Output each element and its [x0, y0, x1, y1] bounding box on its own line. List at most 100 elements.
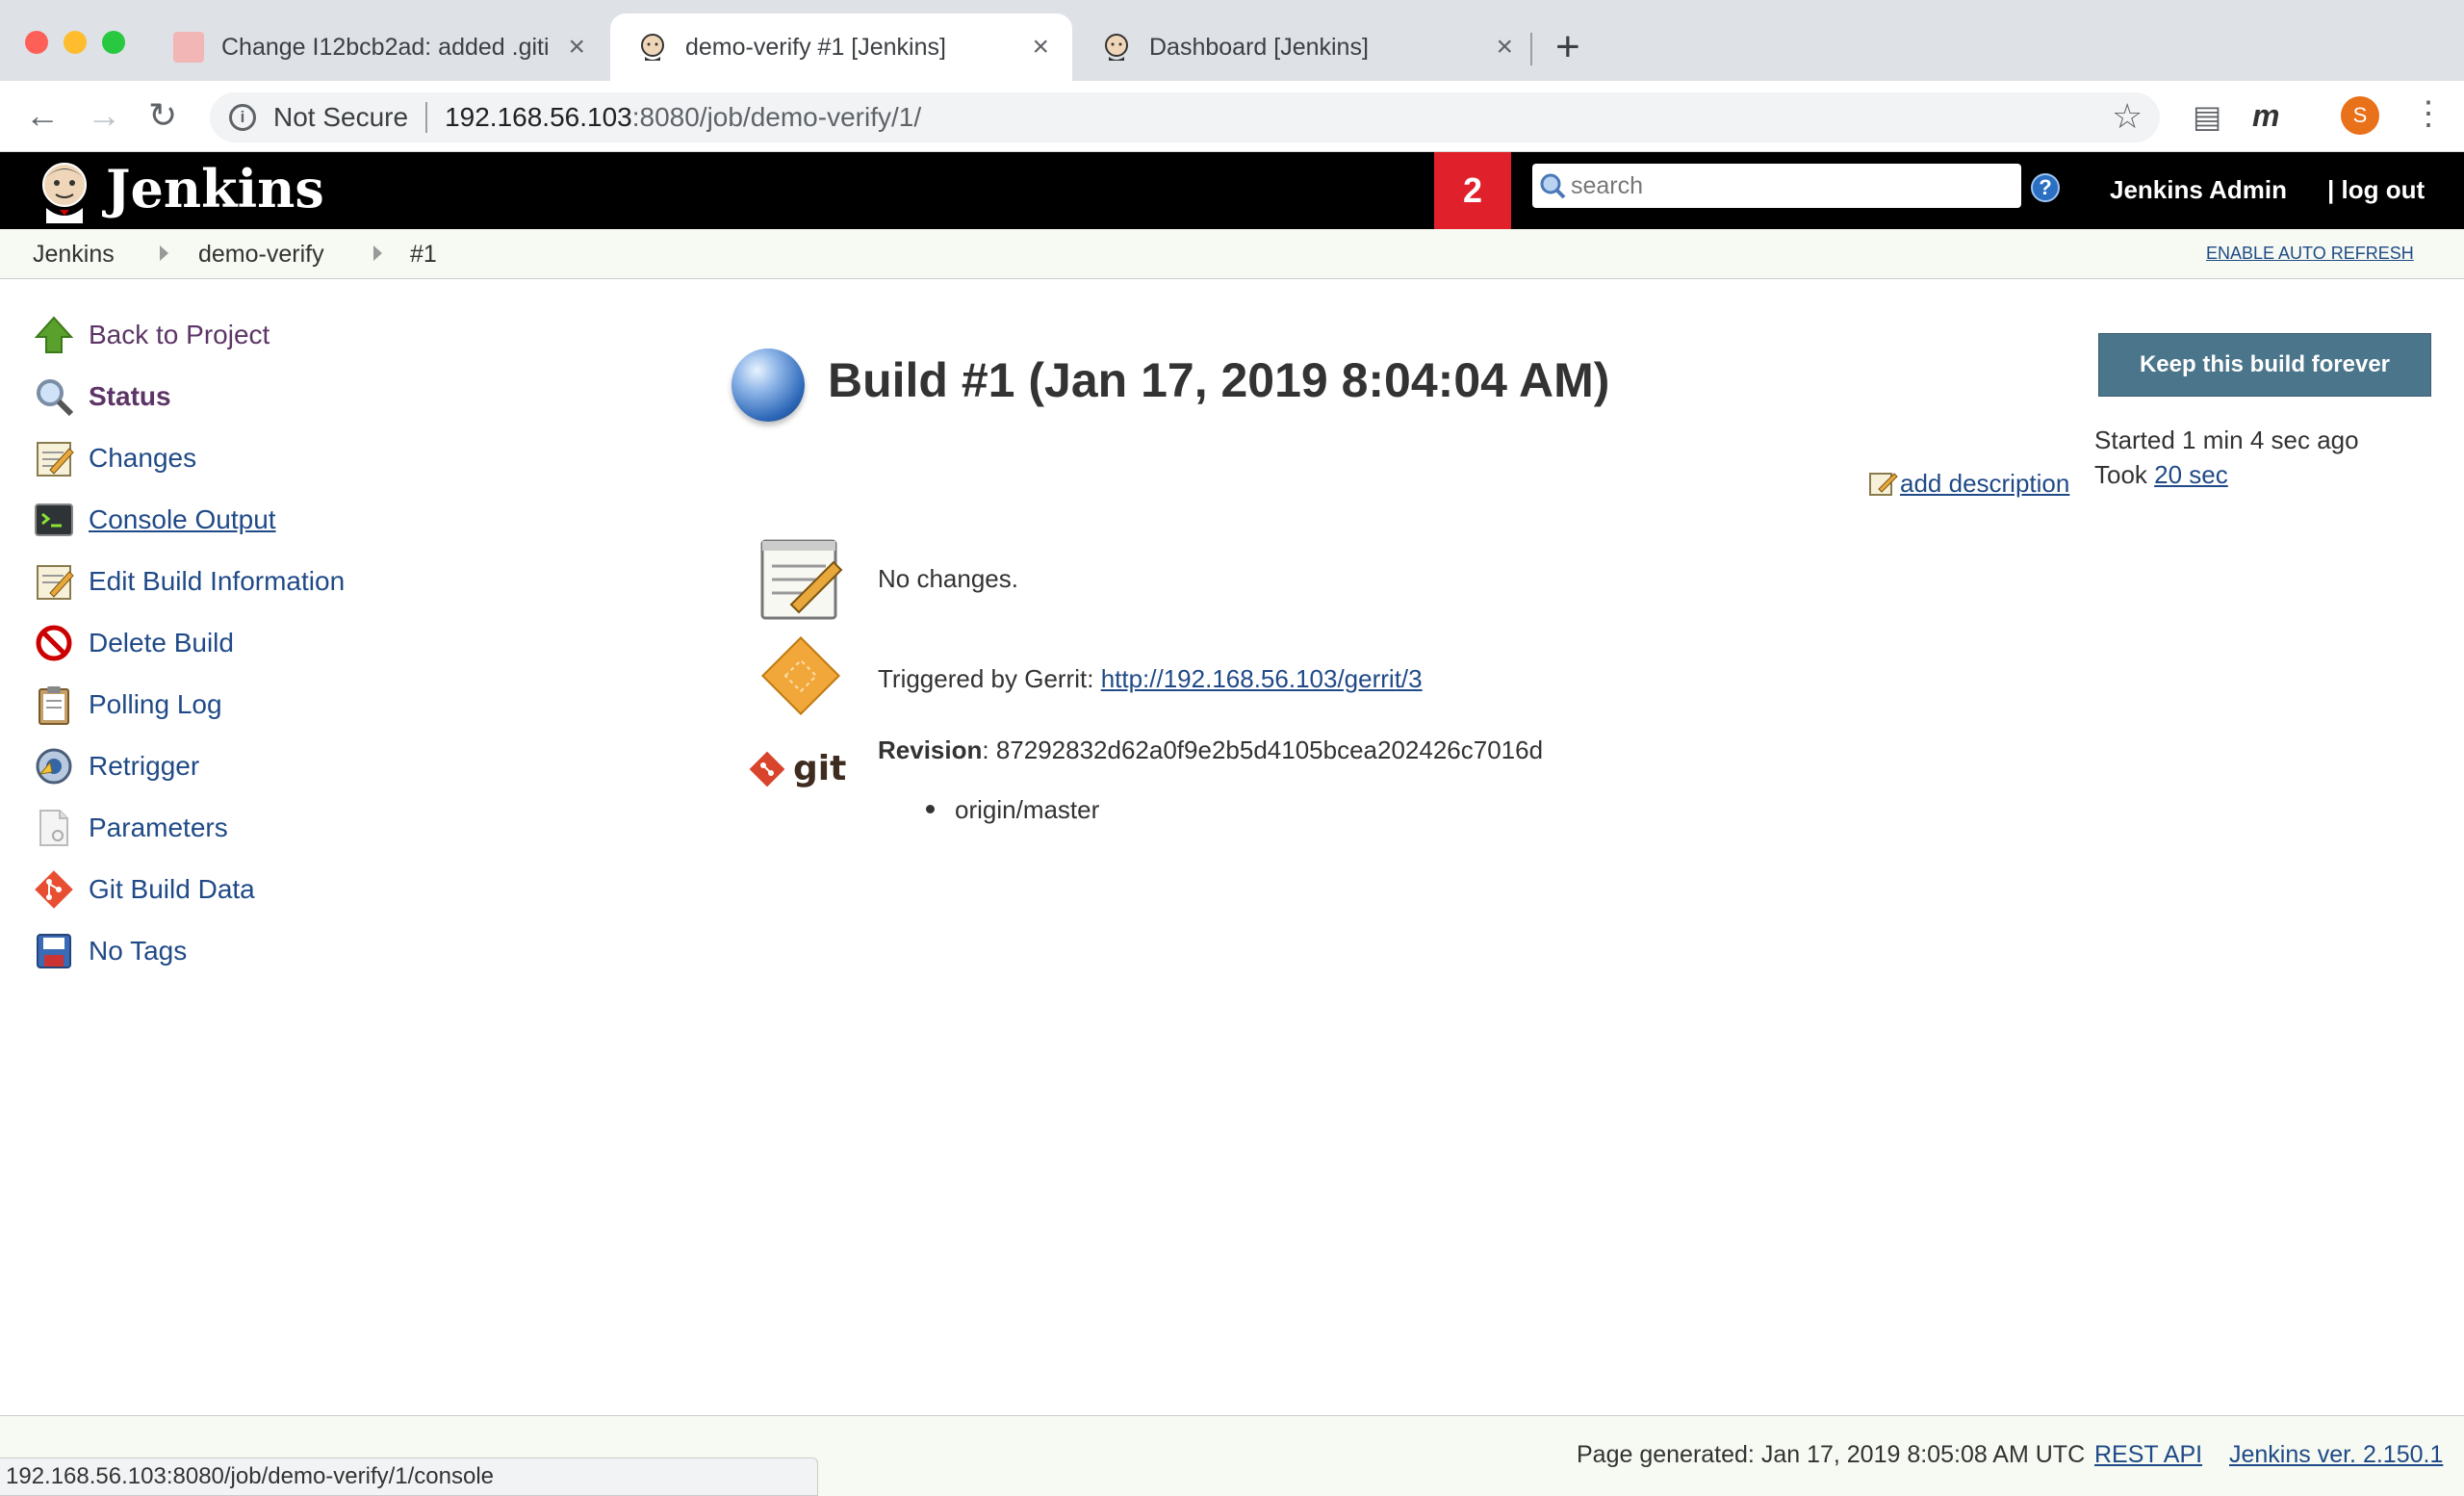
close-tab-icon[interactable]: × [1032, 31, 1049, 64]
breadcrumb-build-1[interactable]: #1 [410, 241, 437, 269]
breadcrumb-chevron-icon[interactable] [373, 245, 382, 261]
trigger-label: Triggered by Gerrit: [878, 664, 1094, 693]
browser-tab-dashboard[interactable]: Dashboard [Jenkins] × [1074, 13, 1536, 81]
retrigger-icon [36, 748, 72, 785]
browser-menu-icon[interactable]: ⋮ [2412, 94, 2445, 133]
task-label: Parameters [89, 812, 228, 842]
link-preview-statusbar: 192.168.56.103:8080/job/demo-verify/1/co… [0, 1457, 818, 1496]
browser-tab-demo-verify[interactable]: demo-verify #1 [Jenkins] × [610, 13, 1072, 81]
build-status-ball-icon [732, 348, 805, 422]
page-generated-text: Page generated: Jan 17, 2019 8:05:08 AM … [1577, 1441, 2086, 1468]
address-bar[interactable]: i Not Secure 192.168.56.103 :8080/job/de… [210, 92, 2160, 142]
security-label: Not Secure [273, 102, 409, 132]
add-description-label[interactable]: add description [1900, 469, 2069, 499]
notepad-icon [37, 565, 74, 600]
jenkins-header: Jenkins 2 ? Jenkins Admin | log out [0, 152, 2464, 229]
bookmark-star-icon[interactable]: ☆ [2112, 96, 2143, 137]
task-git-build-data[interactable]: Git Build Data [33, 868, 255, 911]
task-console-output[interactable]: Console Output [33, 499, 276, 541]
revision-label: Revision [878, 735, 983, 764]
task-label: No Tags [89, 936, 188, 966]
search-box [1532, 164, 2021, 208]
task-label: Console Output [89, 504, 276, 534]
task-label: Delete Build [89, 628, 234, 658]
jenkins-favicon-icon [641, 34, 664, 61]
revision-hash: : 87292832d62a0f9e2b5d4105bcea202426c701… [982, 735, 1544, 764]
tab-title: Change I12bcb2ad: added .giti [221, 33, 550, 61]
branch-name: origin/master [955, 795, 1100, 824]
magnifier-icon [37, 379, 74, 417]
new-tab-icon[interactable]: + [1555, 23, 1580, 71]
clipboard-extension-icon[interactable]: ▤ [2193, 98, 2221, 135]
browser-tabstrip: Change I12bcb2ad: added .giti × demo-ver… [0, 0, 2464, 81]
gerrit-change-link[interactable]: http://192.168.56.103/gerrit/3 [1101, 664, 1423, 693]
jenkins-favicon-icon [1105, 34, 1128, 61]
task-retrigger[interactable]: Retrigger [33, 745, 199, 787]
notepad-icon [760, 539, 843, 620]
m-extension-icon[interactable]: m [2252, 98, 2279, 134]
task-edit-build-information[interactable]: Edit Build Information [33, 560, 345, 603]
tab-title: demo-verify #1 [Jenkins] [685, 33, 946, 61]
list-bullet [926, 805, 935, 813]
rest-api-link[interactable]: REST API [2094, 1441, 2202, 1469]
task-delete-build[interactable]: Delete Build [33, 622, 234, 664]
build-duration-link[interactable]: 20 sec [2154, 460, 2228, 489]
reload-icon[interactable]: ↻ [148, 94, 177, 137]
tab-divider [1530, 33, 1532, 65]
task-status[interactable]: Status [33, 375, 171, 418]
task-label: Git Build Data [89, 874, 255, 904]
task-label: Polling Log [89, 689, 222, 719]
svg-text:git: git [793, 749, 846, 788]
task-label: Back to Project [89, 320, 270, 349]
task-changes[interactable]: Changes [33, 437, 196, 479]
up-arrow-icon [34, 316, 74, 353]
back-icon[interactable]: ← [25, 94, 60, 137]
jenkins-version-link[interactable]: Jenkins ver. 2.150.1 [2229, 1441, 2443, 1469]
close-tab-icon[interactable]: × [1496, 31, 1513, 64]
keep-build-forever-button[interactable]: Keep this build forever [2098, 333, 2431, 397]
build-started-text: Started 1 min 4 sec ago [2094, 426, 2359, 454]
current-user-link[interactable]: Jenkins Admin [2110, 175, 2287, 205]
close-window-icon[interactable] [25, 31, 48, 54]
git-revision: Revision: 87292832d62a0f9e2b5d4105bcea20… [878, 735, 1543, 765]
help-icon[interactable]: ? [2031, 173, 2060, 202]
breadcrumb-chevron-icon[interactable] [160, 245, 168, 261]
changes-summary: No changes. [878, 564, 1018, 593]
terminal-icon [35, 503, 73, 536]
build-title: Build #1 (Jan 17, 2019 8:04:04 AM) [828, 353, 1610, 407]
profile-avatar[interactable]: S [2341, 96, 2379, 135]
edit-note-icon [1869, 473, 1898, 496]
logout-label[interactable]: log out [2342, 175, 2426, 204]
task-label: Edit Build Information [89, 566, 346, 596]
breadcrumb-jenkins[interactable]: Jenkins [33, 241, 115, 269]
clipboard-icon [38, 686, 69, 725]
tab-title: Dashboard [Jenkins] [1149, 33, 1369, 61]
task-polling-log[interactable]: Polling Log [33, 684, 222, 726]
task-no-tags[interactable]: No Tags [33, 930, 187, 972]
info-icon[interactable]: i [229, 104, 256, 131]
add-description-link[interactable]: add description [1867, 468, 2069, 499]
close-tab-icon[interactable]: × [568, 31, 585, 64]
url-host: 192.168.56.103 [445, 102, 632, 132]
breadcrumb: Jenkins demo-verify #1 ENABLE AUTO REFRE… [0, 229, 2464, 279]
maximize-window-icon[interactable] [102, 31, 125, 54]
url-path: :8080/job/demo-verify/1/ [631, 102, 922, 132]
jenkins-title[interactable]: Jenkins [106, 158, 324, 219]
notification-badge[interactable]: 2 [1434, 152, 1511, 229]
enable-auto-refresh-link[interactable]: ENABLE AUTO REFRESH [2206, 244, 2414, 264]
browser-tab-gerrit[interactable]: Change I12bcb2ad: added .giti × [146, 13, 608, 81]
forward-icon[interactable]: → [87, 94, 121, 137]
task-back-to-project[interactable]: Back to Project [33, 314, 270, 356]
gerrit-trigger-icon [760, 635, 841, 716]
gerrit-favicon-icon [173, 32, 204, 63]
document-icon [39, 810, 68, 846]
git-logo-icon: git [749, 749, 846, 788]
logout-link[interactable]: | log out [2327, 175, 2425, 205]
took-label: Took [2094, 460, 2147, 489]
search-input[interactable] [1571, 171, 2021, 200]
task-parameters[interactable]: Parameters [33, 807, 228, 849]
jenkins-butler-logo-icon[interactable] [33, 160, 96, 223]
save-icon [37, 934, 71, 968]
minimize-window-icon[interactable] [64, 31, 87, 54]
breadcrumb-demo-verify[interactable]: demo-verify [198, 241, 324, 269]
